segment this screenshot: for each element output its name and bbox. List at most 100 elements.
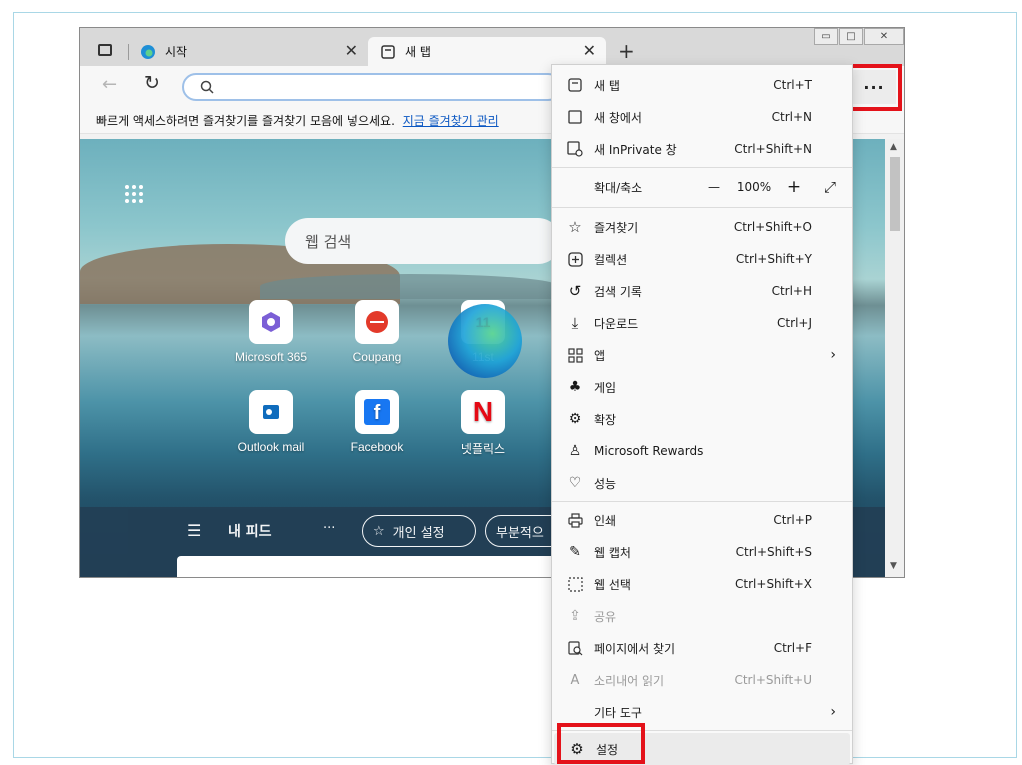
manage-favorites-link[interactable]: 지금 즐겨찾기 관리 xyxy=(403,114,499,128)
menu-item-history[interactable]: ↺ 검색 기록 Ctrl+H xyxy=(552,275,852,307)
zoom-out-button[interactable]: — xyxy=(700,180,728,194)
settings-star-icon: ☆ xyxy=(373,523,385,539)
my-feed-label[interactable]: 내 피드 xyxy=(228,521,272,541)
submenu-arrow-icon: › xyxy=(830,347,836,363)
download-icon: ⤓ xyxy=(571,314,579,332)
highlight-more-button xyxy=(846,64,902,111)
menu-item-inprivate[interactable]: 새 InPrivate 창 Ctrl+Shift+N xyxy=(552,133,852,165)
quick-link-label: Microsoft 365 xyxy=(234,350,308,364)
menu-item-games[interactable]: ♣ 게임 xyxy=(552,371,852,403)
close-button[interactable]: ✕ xyxy=(864,28,904,45)
quick-link-label: Facebook xyxy=(350,440,404,454)
menu-item-downloads[interactable]: ⤓ 다운로드 Ctrl+J xyxy=(552,307,852,339)
find-icon xyxy=(566,639,584,657)
menu-item-favorites[interactable]: ☆ 즐겨찾기 Ctrl+Shift+O xyxy=(552,211,852,243)
menu-item-share[interactable]: ⇪ 공유 xyxy=(552,600,852,632)
web-search-input[interactable]: 웹 검색 xyxy=(285,218,561,264)
fullscreen-icon[interactable]: ⤢ xyxy=(808,178,852,196)
rewards-icon: ♙ xyxy=(568,443,582,459)
quick-link-microsoft-365[interactable]: Microsoft 365 xyxy=(216,300,326,364)
zoom-in-button[interactable]: + xyxy=(780,177,808,197)
menu-item-zoom: 확대/축소 — 100% + ⤢ xyxy=(552,171,852,203)
tab-strip: 시작 ✕ 새 탭 ✕ + ▭ □ ✕ xyxy=(80,28,904,66)
quick-link-label: 넷플릭스 xyxy=(460,442,506,456)
facebook-icon: f xyxy=(355,390,399,434)
inprivate-icon xyxy=(566,140,584,158)
menu-divider xyxy=(552,501,852,502)
new-tab-icon xyxy=(566,76,584,94)
quick-link-outlook-mail[interactable]: Outlook mail xyxy=(216,390,326,454)
app-launcher-icon[interactable] xyxy=(125,185,143,203)
quick-link-coupang[interactable]: Coupang xyxy=(322,300,432,364)
new-tab-button[interactable]: + xyxy=(618,39,635,63)
history-icon: ↺ xyxy=(568,282,582,300)
feed-card[interactable] xyxy=(177,556,557,577)
quick-link-facebook[interactable]: f Facebook xyxy=(322,390,432,454)
feed-more-icon[interactable]: ··· xyxy=(323,521,335,536)
scroll-up-icon[interactable]: ▲ xyxy=(890,142,897,152)
netflix-icon: N xyxy=(461,390,505,434)
web-capture-icon: ✎ xyxy=(569,544,581,560)
coupang-icon xyxy=(355,300,399,344)
zoom-level: 100% xyxy=(736,180,772,194)
apps-icon xyxy=(566,346,584,364)
submenu-arrow-icon: › xyxy=(830,704,836,720)
window-controls: ▭ □ ✕ xyxy=(813,28,904,45)
read-aloud-icon: A xyxy=(570,672,580,688)
outlook-icon xyxy=(249,390,293,434)
menu-item-apps[interactable]: 앱 › xyxy=(552,339,852,371)
tab-actions-icon[interactable] xyxy=(98,44,112,56)
scroll-thumb[interactable] xyxy=(890,157,900,231)
print-icon xyxy=(566,511,584,529)
edge-icon xyxy=(140,44,156,60)
minimize-button[interactable]: ▭ xyxy=(814,28,838,45)
menu-item-print[interactable]: 인쇄 Ctrl+P xyxy=(552,504,852,536)
favorites-bar-message: 빠르게 액세스하려면 즐겨찾기를 즐겨찾기 모음에 넣으세요. xyxy=(96,114,395,128)
web-select-icon xyxy=(566,575,584,593)
vertical-scrollbar[interactable]: ▲ ▼ xyxy=(885,139,904,577)
close-tab-icon[interactable]: ✕ xyxy=(345,41,358,60)
menu-item-find-on-page[interactable]: 페이지에서 찾기 Ctrl+F xyxy=(552,632,852,664)
tab-title: 새 탭 xyxy=(405,45,431,59)
address-bar[interactable] xyxy=(182,73,562,101)
menu-item-new-tab[interactable]: 새 탭 Ctrl+T xyxy=(552,69,852,101)
background-hill xyxy=(260,274,560,299)
menu-item-read-aloud[interactable]: A 소리내어 읽기 Ctrl+Shift+U xyxy=(552,664,852,696)
new-tab-icon xyxy=(380,44,396,60)
close-tab-icon[interactable]: ✕ xyxy=(583,41,596,60)
menu-divider xyxy=(552,167,852,168)
performance-icon: ♡ xyxy=(568,475,582,491)
menu-divider xyxy=(552,207,852,208)
menu-item-web-capture[interactable]: ✎ 웹 캡처 Ctrl+Shift+S xyxy=(552,536,852,568)
zoom-controls: — 100% + ⤢ xyxy=(700,171,852,203)
highlight-settings-item xyxy=(557,723,645,764)
favorites-icon: ☆ xyxy=(568,218,582,236)
scroll-down-icon[interactable]: ▼ xyxy=(890,561,897,571)
maximize-button[interactable]: □ xyxy=(839,28,863,45)
personalize-button[interactable]: ☆ 개인 설정 xyxy=(362,515,476,547)
back-icon[interactable]: ← xyxy=(102,74,117,95)
quick-link-label: Coupang xyxy=(352,350,402,364)
feed-menu-icon[interactable]: ☰ xyxy=(187,521,201,540)
refresh-icon[interactable]: ↻ xyxy=(144,72,160,94)
menu-item-microsoft-rewards[interactable]: ♙ Microsoft Rewards xyxy=(552,435,852,467)
new-window-icon xyxy=(566,108,584,126)
menu-item-collections[interactable]: 컬렉션 Ctrl+Shift+Y xyxy=(552,243,852,275)
edge-logo xyxy=(448,304,522,378)
search-icon xyxy=(200,80,214,94)
quick-link-netflix[interactable]: N 넷플릭스 xyxy=(428,390,538,457)
menu-item-performance[interactable]: ♡ 성능 xyxy=(552,467,852,499)
tab-title: 시작 xyxy=(165,45,188,59)
extensions-icon: ⚙ xyxy=(568,411,582,427)
tab-start[interactable]: 시작 ✕ xyxy=(128,37,368,66)
quick-link-label: Outlook mail xyxy=(237,440,305,454)
tab-new[interactable]: 새 탭 ✕ xyxy=(368,37,606,66)
menu-item-web-select[interactable]: 웹 선택 Ctrl+Shift+X xyxy=(552,568,852,600)
menu-item-new-window[interactable]: 새 창에서 Ctrl+N xyxy=(552,101,852,133)
games-icon: ♣ xyxy=(568,379,582,395)
settings-and-more-menu: 새 탭 Ctrl+T 새 창에서 Ctrl+N 새 InPrivate 창 Ct… xyxy=(551,64,853,765)
share-icon: ⇪ xyxy=(569,608,581,624)
microsoft-365-icon xyxy=(249,300,293,344)
collections-icon xyxy=(566,250,584,268)
menu-item-extensions[interactable]: ⚙ 확장 xyxy=(552,403,852,435)
